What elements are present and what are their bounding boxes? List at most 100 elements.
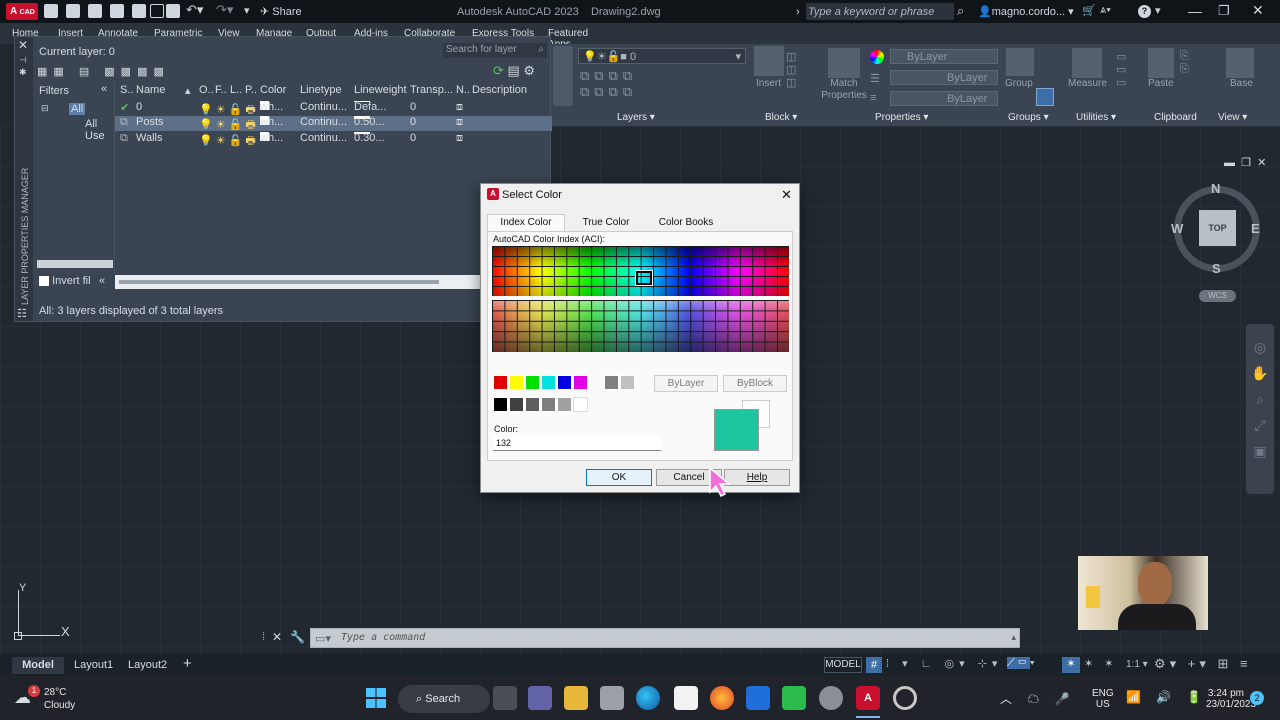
help-icon[interactable]: ? <box>1138 5 1151 18</box>
base-icon[interactable] <box>1226 48 1254 78</box>
search-icon[interactable]: ⌕ <box>957 3 964 19</box>
autocad-taskbar-icon[interactable]: A <box>856 686 880 710</box>
firefox-icon[interactable] <box>710 686 734 710</box>
weather-temp[interactable]: 28°C <box>44 687 66 698</box>
dialog-close-icon[interactable]: ✕ <box>781 187 792 203</box>
drafting-tools-icons[interactable]: ⁞ ▾ ∟ ◎▾ ⊹▾ <box>886 657 1026 673</box>
layer-filter-tools[interactable]: ▦▦ ▤ ▩▩▩▩ <box>37 65 197 79</box>
restore-window-icon[interactable]: ❐ <box>1218 3 1230 19</box>
add-layout-button[interactable]: + <box>183 655 192 672</box>
tab-model[interactable]: Model <box>12 657 64 674</box>
panel-clipboard[interactable]: Clipboard <box>1154 112 1197 123</box>
clock[interactable]: 3:24 pm 23/01/2023 <box>1206 688 1256 710</box>
gray-5-swatch[interactable] <box>573 397 588 412</box>
minimize-window-icon[interactable]: — <box>1188 3 1202 19</box>
system-tray-icons[interactable]: ︿ ☁ 🎤 <box>1000 690 1076 707</box>
bylayer-button[interactable]: ByLayer <box>654 375 718 392</box>
scroll-thumb[interactable] <box>119 280 439 284</box>
command-input[interactable]: ▭▾ Type a command ▴ <box>310 628 1020 648</box>
new-icon[interactable] <box>44 4 58 18</box>
workspace-tools-icons[interactable]: ⚙▾ +▾ ⊞ ≡ ▭ ≡ <box>1154 656 1274 687</box>
insert-block-icon[interactable] <box>754 46 784 76</box>
color-cyan-swatch[interactable] <box>541 375 556 390</box>
color-dropdown[interactable]: ByLayer <box>890 49 998 64</box>
save-as-icon[interactable] <box>110 4 124 18</box>
command-expand-icon[interactable]: ▴ <box>1011 632 1016 643</box>
layer-tools-icons[interactable]: ⧉⧉⧉⧉ ⧉⧉⧉⧉ <box>580 68 700 106</box>
table-row[interactable]: ⧉ Walls 💡 ☀ 🔓 🖶 wh... Continu... 0.30...… <box>115 132 552 147</box>
viewport-restore-icon[interactable]: ❐ <box>1241 157 1251 169</box>
panel-groups[interactable]: Groups ▾ <box>1008 112 1049 123</box>
layer-action-icons[interactable]: ⟳ ▤ ⚙ <box>493 63 535 79</box>
layer-dropdown[interactable]: 💡☀🔓■ 0 ▾ <box>578 48 746 64</box>
color-value-input[interactable]: 132 <box>493 436 661 451</box>
layer-state-icons[interactable]: 💡 ☀ 🔓 🖶 <box>199 132 256 151</box>
close-window-icon[interactable]: ✕ <box>1252 2 1264 19</box>
table-row[interactable]: ✔ 0 💡 ☀ 🔓 🖶 wh... Continu... Defa... 0 ⧈ <box>115 101 552 116</box>
layer-transparency[interactable]: 0 <box>410 116 416 128</box>
command-grip-icon[interactable]: ⁞ <box>262 631 265 643</box>
tab-color-books[interactable]: Color Books <box>651 217 721 228</box>
layer-settings-icon[interactable]: ▤ ⚙ <box>508 63 536 78</box>
viewcube-top[interactable]: TOP <box>1199 210 1236 246</box>
keyword-search-input[interactable]: Type a keyword or phrase <box>806 3 954 20</box>
layer-transparency[interactable]: 0 <box>410 132 416 144</box>
layer-transparency[interactable]: 0 <box>410 101 416 113</box>
compass-west[interactable]: W <box>1171 221 1183 236</box>
utilities-icons[interactable]: ▭ ▭ ▭ <box>1116 50 1130 100</box>
aci-palette-bottom[interactable] <box>492 300 789 352</box>
layer-linetype[interactable]: Continu... <box>300 101 347 113</box>
grid-icon[interactable]: # <box>866 657 882 673</box>
col-new-vp-freeze[interactable]: N.. <box>456 84 470 96</box>
layer-linetype[interactable]: Continu... <box>300 132 347 144</box>
color-gray-swatch[interactable] <box>604 375 619 390</box>
nav-tools-icons[interactable]: ◎ ✋ ⌕ ⤢ ▣ <box>1246 324 1274 464</box>
paste-icon[interactable] <box>1148 48 1174 78</box>
col-name[interactable]: Name <box>136 84 165 96</box>
panel-properties[interactable]: Properties ▾ <box>875 112 928 123</box>
palette-close-icon[interactable]: ✕ <box>18 38 28 52</box>
dropbox-icon[interactable] <box>746 686 770 710</box>
autodesk-app-icon[interactable]: ⩓▾ <box>1100 4 1111 17</box>
lineweight-dropdown[interactable]: ByLayer <box>890 91 998 106</box>
gray-2-swatch[interactable] <box>525 397 540 412</box>
share-button[interactable]: ✈ Share <box>260 5 302 18</box>
language-indicator[interactable]: ENG US <box>1092 688 1114 710</box>
col-freeze[interactable]: F.. <box>215 84 227 96</box>
amazon-icon[interactable] <box>674 686 698 710</box>
open-icon[interactable] <box>66 4 80 18</box>
viewport-close-icon[interactable]: ✕ <box>1257 157 1266 169</box>
collapse-filters-icon[interactable]: « <box>101 83 107 95</box>
byblock-button[interactable]: ByBlock <box>723 375 787 392</box>
tab-layout2[interactable]: Layout2 <box>128 659 167 671</box>
panel-layers[interactable]: Layers ▾ <box>617 112 655 123</box>
color-blue-swatch[interactable] <box>557 375 572 390</box>
settings-gear-icon[interactable] <box>819 686 843 710</box>
panel-utilities[interactable]: Utilities ▾ <box>1076 112 1116 123</box>
app-logo[interactable]: A CAD <box>6 3 38 20</box>
insert-button[interactable]: Insert <box>756 78 781 89</box>
col-color[interactable]: Color <box>260 84 286 96</box>
expand-filters-icon[interactable]: « <box>99 275 105 287</box>
weather-desc[interactable]: Cloudy <box>44 700 75 711</box>
tab-true-color[interactable]: True Color <box>571 217 641 228</box>
export-icon[interactable] <box>150 4 164 18</box>
measure-icon[interactable] <box>1072 48 1102 78</box>
selected-color-cell[interactable] <box>635 270 653 286</box>
gray-0-swatch[interactable] <box>493 397 508 412</box>
base-button[interactable]: Base <box>1230 78 1253 89</box>
col-status[interactable]: S.. <box>120 84 133 96</box>
match-properties-button[interactable]: Match Properties <box>820 78 868 102</box>
web-icon[interactable] <box>132 4 146 18</box>
save-icon[interactable] <box>88 4 102 18</box>
task-view-icon[interactable] <box>493 686 517 710</box>
command-history-icon[interactable]: ▭▾ <box>315 632 331 645</box>
teams-chat-icon[interactable] <box>528 686 552 710</box>
gray-3-swatch[interactable] <box>541 397 556 412</box>
layer-name[interactable]: Walls <box>136 132 162 144</box>
ok-button[interactable]: OK <box>586 469 652 486</box>
osnap-tools-icons[interactable]: ⟋▭▾ <box>1007 657 1053 673</box>
vp-freeze-icon[interactable]: ⧈ <box>456 116 463 129</box>
tree-item-all-used[interactable]: All Use <box>85 118 114 142</box>
print-icon[interactable] <box>166 4 180 18</box>
